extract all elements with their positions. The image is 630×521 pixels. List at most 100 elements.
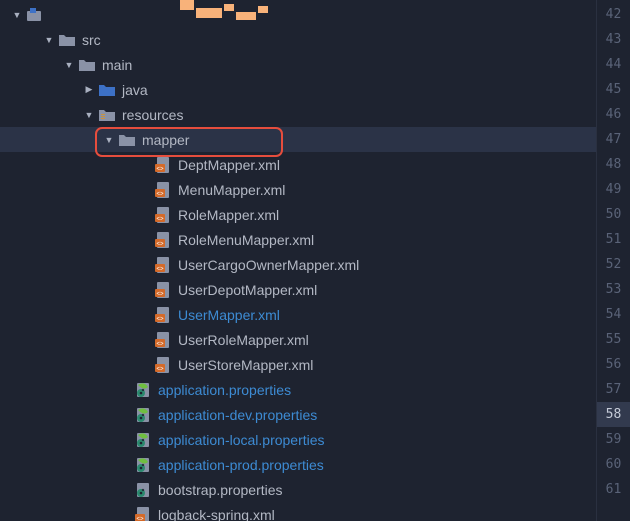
file-label: MenuMapper.xml [178,182,285,198]
tree-row-main[interactable]: ▼ main [0,52,596,77]
xml-file-icon: <> [154,306,172,324]
file-label: UserStoreMapper.xml [178,357,313,373]
svg-text:<>: <> [156,341,164,347]
properties-file-icon [134,481,152,499]
line-number: 51 [597,227,630,252]
xml-file-icon: <> [154,281,172,299]
tree-row-module[interactable]: ▼ [0,2,596,27]
spring-properties-icon [134,456,152,474]
file-label: UserRoleMapper.xml [178,332,309,348]
line-number: 61 [597,477,630,502]
expand-arrow-icon[interactable]: ▶ [82,84,96,95]
folder-icon [78,56,96,74]
spring-properties-icon [134,431,152,449]
line-number: 47 [597,127,630,152]
collapse-arrow-icon[interactable]: ▼ [10,10,24,20]
tree-row-resources[interactable]: ▼ resources [0,102,596,127]
folder-label: mapper [142,132,189,148]
tree-row-java[interactable]: ▶ java [0,77,596,102]
tree-row-file[interactable]: ▼<>RoleMenuMapper.xml [0,227,596,252]
xml-file-icon: <> [154,356,172,374]
xml-file-icon: <> [134,506,152,521]
folder-label: main [102,57,132,73]
folder-label: java [122,82,148,98]
xml-file-icon: <> [154,231,172,249]
svg-text:<>: <> [156,366,164,372]
line-number: 43 [597,27,630,52]
line-number: 42 [597,2,630,27]
file-label: UserDepotMapper.xml [178,282,317,298]
tree-row-file[interactable]: ▼application.properties [0,377,596,402]
module-icon [26,6,44,24]
svg-text:<>: <> [156,166,164,172]
folder-icon [58,31,76,49]
xml-file-icon: <> [154,256,172,274]
xml-file-icon: <> [154,181,172,199]
collapse-arrow-icon[interactable]: ▼ [82,110,96,120]
line-number: 52 [597,252,630,277]
tree-row-file[interactable]: ▼<>UserRoleMapper.xml [0,327,596,352]
xml-file-icon: <> [154,206,172,224]
svg-text:<>: <> [156,191,164,197]
line-number: 56 [597,352,630,377]
line-number: 53 [597,277,630,302]
tree-row-file[interactable]: ▼<>DeptMapper.xml [0,152,596,177]
minimap-decor [180,0,270,20]
svg-text:<>: <> [156,316,164,322]
tree-row-file[interactable]: ▼<>logback-spring.xml [0,502,596,521]
xml-file-icon: <> [154,156,172,174]
line-number: 48 [597,152,630,177]
file-label: UserMapper.xml [178,307,280,323]
project-tree[interactable]: ▼ ▼ src ▼ main ▶ java ▼ [0,0,596,521]
file-label: RoleMapper.xml [178,207,279,223]
file-label: DeptMapper.xml [178,157,280,173]
tree-row-file[interactable]: ▼application-local.properties [0,427,596,452]
line-number: 57 [597,377,630,402]
file-label: application-local.properties [158,432,325,448]
file-label: application.properties [158,382,291,398]
line-number: 50 [597,202,630,227]
svg-text:<>: <> [156,291,164,297]
svg-text:<>: <> [156,266,164,272]
svg-text:<>: <> [136,516,144,521]
file-label: application-prod.properties [158,457,324,473]
source-folder-icon [98,81,116,99]
file-label: application-dev.properties [158,407,317,423]
folder-icon [118,131,136,149]
folder-label: resources [122,107,183,123]
tree-row-file[interactable]: ▼application-prod.properties [0,452,596,477]
svg-text:<>: <> [156,216,164,222]
tree-row-file[interactable]: ▼<>UserMapper.xml [0,302,596,327]
file-label: logback-spring.xml [158,507,275,521]
line-number: 58 [597,402,630,427]
svg-text:<>: <> [156,241,164,247]
line-number: 46 [597,102,630,127]
folder-label: src [82,32,101,48]
spring-properties-icon [134,406,152,424]
tree-row-file[interactable]: ▼<>MenuMapper.xml [0,177,596,202]
line-number-gutter: 4243444546474849505152535455565758596061 [596,0,630,521]
spring-properties-icon [134,381,152,399]
file-label: UserCargoOwnerMapper.xml [178,257,359,273]
tree-row-file[interactable]: ▼<>UserDepotMapper.xml [0,277,596,302]
xml-file-icon: <> [154,331,172,349]
collapse-arrow-icon[interactable]: ▼ [62,60,76,70]
tree-row-file[interactable]: ▼bootstrap.properties [0,477,596,502]
line-number: 45 [597,77,630,102]
tree-row-file[interactable]: ▼<>UserCargoOwnerMapper.xml [0,252,596,277]
line-number: 54 [597,302,630,327]
line-number: 49 [597,177,630,202]
tree-row-mapper[interactable]: ▼ mapper [0,127,596,152]
collapse-arrow-icon[interactable]: ▼ [42,35,56,45]
tree-row-file[interactable]: ▼application-dev.properties [0,402,596,427]
collapse-arrow-icon[interactable]: ▼ [102,135,116,145]
tree-row-file[interactable]: ▼<>UserStoreMapper.xml [0,352,596,377]
line-number: 55 [597,327,630,352]
resources-folder-icon [98,106,116,124]
line-number: 60 [597,452,630,477]
tree-row-src[interactable]: ▼ src [0,27,596,52]
tree-row-file[interactable]: ▼<>RoleMapper.xml [0,202,596,227]
file-label: RoleMenuMapper.xml [178,232,314,248]
line-number: 44 [597,52,630,77]
line-number: 59 [597,427,630,452]
